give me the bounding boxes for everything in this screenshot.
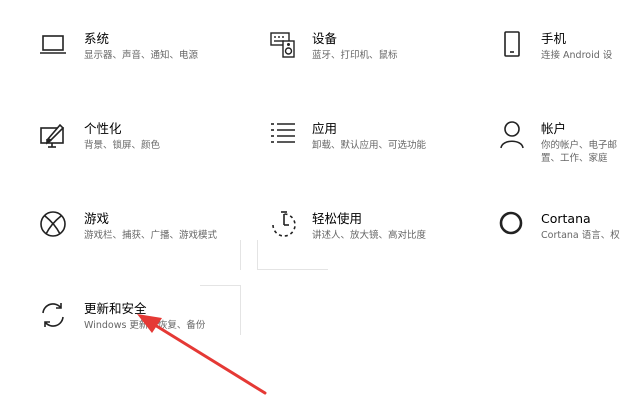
tile-devices-title: 设备	[312, 31, 338, 46]
tile-hover-frame-line	[200, 285, 240, 286]
tile-system-title: 系统	[84, 31, 110, 46]
tile-hover-frame-line	[257, 240, 258, 270]
tile-system-desc: 显示器、声音、通知、电源	[84, 50, 199, 61]
ease-of-access-timer-icon	[268, 210, 298, 240]
apps-list-icon	[268, 120, 298, 150]
tile-system[interactable]: 系统 显示器、声音、通知、电源	[38, 30, 238, 70]
cortana-ring-icon	[498, 210, 528, 240]
tile-gaming-desc: 游戏栏、捕获、广播、游戏模式	[84, 230, 218, 241]
tile-apps[interactable]: 应用 卸载、默认应用、可选功能	[268, 120, 468, 160]
tile-personalization-desc: 背景、锁屏、颜色	[84, 140, 161, 151]
tile-update-security-desc: Windows 更新、恢复、备份	[84, 320, 206, 331]
tile-gaming[interactable]: 游戏 游戏栏、捕获、广播、游戏模式	[38, 210, 238, 250]
tile-cortana-desc: Cortana 语言、权	[541, 230, 620, 241]
sync-arrows-icon	[38, 300, 68, 330]
tile-update-security[interactable]: 更新和安全 Windows 更新、恢复、备份	[38, 300, 238, 340]
tile-phone[interactable]: 手机 连接 Android 设	[498, 30, 620, 70]
tile-hover-frame-line	[258, 269, 328, 270]
settings-home: 系统 显示器、声音、通知、电源 设备 蓝牙、打印机、鼠标 手机 连接 Andro…	[0, 0, 620, 411]
tile-ease-of-access-desc: 讲述人、放大镜、高对比度	[312, 230, 427, 241]
tile-devices-desc: 蓝牙、打印机、鼠标	[312, 50, 398, 61]
tile-gaming-title: 游戏	[84, 211, 110, 226]
tile-accounts[interactable]: 帐户 你的帐户、电子邮 置、工作、家庭	[498, 120, 620, 168]
monitor-icon	[38, 30, 68, 60]
tile-phone-desc: 连接 Android 设	[541, 50, 613, 61]
tile-personalization-title: 个性化	[84, 121, 122, 136]
person-icon	[498, 120, 528, 150]
paintbrush-icon	[38, 120, 68, 150]
keyboard-speaker-icon	[268, 30, 298, 60]
tile-ease-of-access[interactable]: 轻松使用 讲述人、放大镜、高对比度	[268, 210, 468, 250]
tile-apps-title: 应用	[312, 121, 338, 136]
tile-phone-title: 手机	[541, 31, 567, 46]
phone-icon	[498, 30, 528, 60]
tile-personalization[interactable]: 个性化 背景、锁屏、颜色	[38, 120, 238, 160]
tile-cortana-title: Cortana	[541, 211, 591, 226]
tile-accounts-title: 帐户	[541, 121, 567, 136]
tile-cortana[interactable]: Cortana Cortana 语言、权	[498, 210, 620, 250]
tile-accounts-desc-line1: 你的帐户、电子邮	[541, 140, 618, 151]
tile-accounts-desc-line2: 置、工作、家庭	[541, 153, 608, 164]
tile-hover-frame-line	[240, 240, 241, 270]
tile-ease-of-access-title: 轻松使用	[312, 211, 363, 226]
xbox-icon	[38, 210, 68, 240]
tile-hover-frame-line	[240, 285, 241, 335]
tile-update-security-title: 更新和安全	[84, 301, 147, 316]
tile-devices[interactable]: 设备 蓝牙、打印机、鼠标	[268, 30, 468, 70]
tile-apps-desc: 卸载、默认应用、可选功能	[312, 140, 427, 151]
